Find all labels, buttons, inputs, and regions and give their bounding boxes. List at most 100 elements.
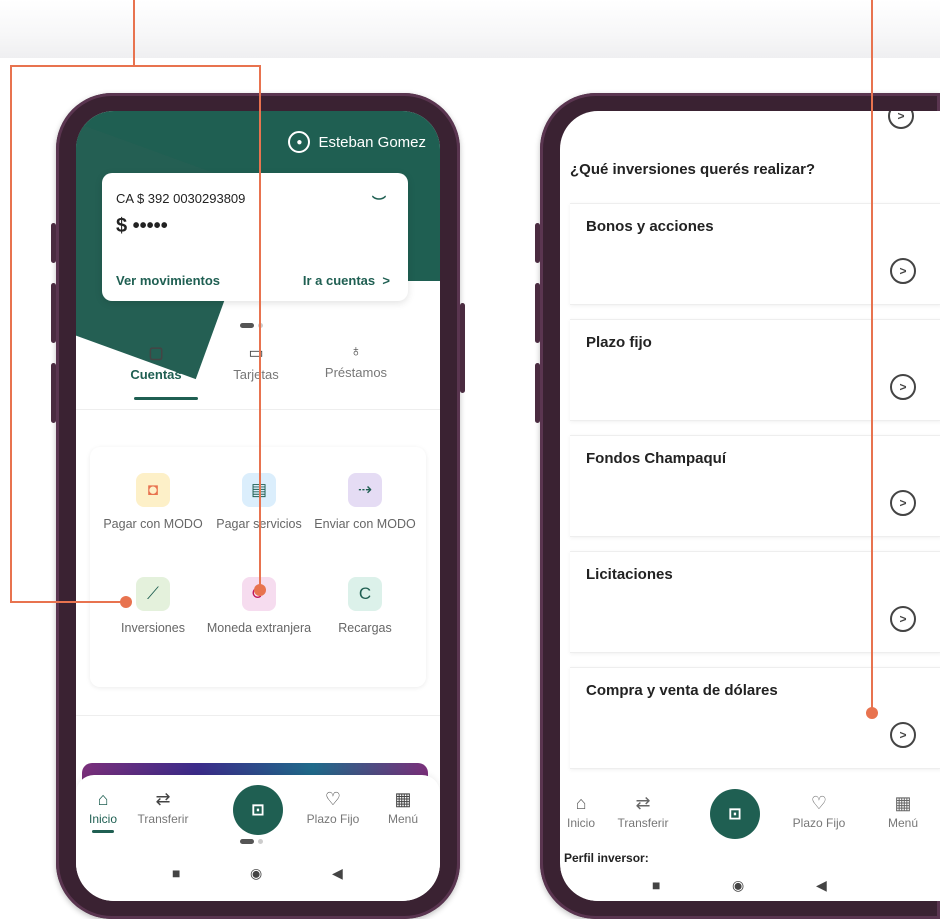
divider — [76, 409, 440, 410]
account-balance: $ ••••• — [116, 215, 168, 237]
nav-label: Inicio — [566, 816, 595, 830]
qr-scan-button[interactable]: ⊡ — [710, 789, 760, 839]
chevron-right-icon[interactable]: > — [890, 490, 916, 516]
tab-label: Préstamos — [324, 365, 388, 380]
service-label: Enviar con MODO — [314, 517, 416, 531]
transfer-icon: ⇄ — [635, 793, 651, 813]
grid-icon: ▦ — [894, 793, 912, 813]
left-phone-frame: ● Esteban Gomez CA $ 392 0030293809 ︶ $ … — [51, 93, 465, 919]
phone-side-button — [535, 363, 540, 423]
option-title: Plazo fijo — [586, 334, 652, 351]
wallet-icon: ▢ — [148, 345, 164, 362]
option-compra-venta-dolares[interactable]: Compra y venta de dólares > — [570, 667, 940, 769]
option-title: Compra y venta de dólares — [586, 682, 778, 699]
home-icon: ⌂ — [575, 793, 587, 813]
go-to-accounts-label: Ir a cuentas — [302, 273, 376, 288]
qr-icon: ⊡ — [728, 806, 742, 823]
refresh-icon: C — [348, 577, 382, 611]
carousel-dot-active — [240, 323, 254, 328]
callout-line — [10, 65, 12, 602]
bottom-navigation: ⌂ Inicio ⇄ Transferir ⊡ ♡ Plazo Fijo ▦ M… — [560, 779, 940, 859]
callout-line — [10, 601, 124, 603]
view-movements-link[interactable]: Ver movimientos — [116, 273, 220, 288]
callout-dot — [254, 584, 266, 596]
android-nav-bar: ■ ◉ ◀ — [560, 869, 940, 901]
nav-label: Transferir — [137, 812, 189, 826]
nav-transferir[interactable]: ⇄ Transferir — [610, 793, 676, 830]
nav-label: Plazo Fijo — [792, 816, 846, 830]
nav-label: Menú — [887, 816, 919, 830]
nav-plazo-fijo[interactable]: ♡ Plazo Fijo — [298, 789, 368, 826]
user-name: Esteban Gomez — [318, 133, 426, 151]
investments-question: ¿Qué inversiones querés realizar? — [570, 161, 816, 178]
service-pagar-con-modo[interactable]: ◘ Pagar con MODO — [98, 473, 208, 533]
send-icon: ⇢ — [348, 473, 382, 507]
callout-line — [10, 65, 260, 67]
piggy-bank-icon: ♡ — [810, 793, 828, 813]
nav-label: Menú — [387, 812, 419, 826]
phone-side-button — [51, 283, 56, 343]
option-title: Licitaciones — [586, 566, 673, 583]
grid-icon: ▦ — [394, 789, 412, 809]
option-plazo-fijo[interactable]: Plazo fijo > — [570, 319, 940, 421]
back-icon[interactable]: ◀ — [816, 877, 827, 894]
service-inversiones[interactable]: ⟋ Inversiones — [98, 577, 208, 637]
chevron-right-icon[interactable]: > — [890, 258, 916, 284]
nav-menu[interactable]: ▦ Menú — [368, 789, 438, 826]
option-licitaciones[interactable]: Licitaciones > — [570, 551, 940, 653]
bag-icon: ◘ — [136, 473, 170, 507]
quick-services-card: ◘ Pagar con MODO ▤ Pagar servicios ⇢ Env… — [90, 447, 426, 687]
callout-line — [133, 0, 135, 66]
card-icon: ▭ — [248, 345, 264, 362]
back-icon[interactable]: ◀ — [332, 865, 343, 882]
qr-scan-button[interactable]: ⊡ — [233, 785, 283, 835]
recent-apps-icon[interactable]: ■ — [652, 877, 660, 893]
home-button-icon[interactable]: ◉ — [732, 877, 744, 894]
phone-side-button — [535, 223, 540, 263]
tab-cuentas[interactable]: ▢ Cuentas — [106, 343, 206, 382]
go-to-accounts-link[interactable]: Ir a cuentas > — [303, 273, 390, 288]
hide-balance-icon[interactable]: ︶ — [372, 193, 386, 213]
divider — [76, 715, 440, 716]
home-button-icon[interactable]: ◉ — [250, 865, 262, 882]
right-phone-frame: > ¿Qué inversiones querés realizar? Bono… — [535, 93, 940, 919]
tab-prestamos[interactable]: ♁ Préstamos — [306, 343, 406, 380]
phone-power-button — [460, 303, 465, 393]
user-icon: ● — [288, 131, 311, 153]
callout-dot — [120, 596, 132, 608]
phone-side-button — [51, 363, 56, 423]
chevron-right-icon[interactable]: > — [890, 722, 916, 748]
account-number: CA $ 392 0030293809 — [116, 191, 246, 206]
nav-label: Plazo Fijo — [306, 812, 360, 826]
service-label: Pagar con MODO — [103, 517, 203, 531]
tab-tarjetas[interactable]: ▭ Tarjetas — [206, 343, 306, 382]
chevron-right-icon[interactable]: > — [890, 606, 916, 632]
carousel-dot-active — [240, 839, 254, 844]
service-label: Inversiones — [121, 621, 185, 635]
nav-label: Inicio — [88, 812, 117, 826]
callout-line — [871, 0, 873, 712]
page-background-band — [0, 0, 940, 58]
nav-label: Transferir — [617, 816, 669, 830]
recent-apps-icon[interactable]: ■ — [172, 865, 180, 881]
user-profile-chip[interactable]: ● Esteban Gomez — [288, 131, 426, 153]
chevron-right-icon[interactable]: > — [888, 111, 914, 129]
active-tab-indicator — [134, 397, 198, 400]
service-label: Recargas — [338, 621, 392, 635]
nav-inicio[interactable]: ⌂ Inicio — [560, 793, 614, 830]
option-title: Bonos y acciones — [586, 218, 714, 235]
chart-icon: ⟋ — [136, 577, 170, 611]
tab-label: Cuentas — [130, 367, 182, 382]
nav-plazo-fijo[interactable]: ♡ Plazo Fijo — [786, 793, 852, 830]
right-phone-screen: > ¿Qué inversiones querés realizar? Bono… — [560, 111, 940, 901]
nav-transferir[interactable]: ⇄ Transferir — [128, 789, 198, 826]
option-fondos-champaqui[interactable]: Fondos Champaquí > — [570, 435, 940, 537]
service-recargas[interactable]: C Recargas — [310, 577, 420, 637]
option-bonos-y-acciones[interactable]: Bonos y acciones > — [570, 203, 940, 305]
service-enviar-con-modo[interactable]: ⇢ Enviar con MODO — [310, 473, 420, 533]
left-phone-screen: ● Esteban Gomez CA $ 392 0030293809 ︶ $ … — [76, 111, 440, 901]
nav-menu[interactable]: ▦ Menú — [870, 793, 936, 830]
chevron-right-icon[interactable]: > — [890, 374, 916, 400]
product-tabs: ▢ Cuentas ▭ Tarjetas ♁ Préstamos — [106, 343, 426, 393]
account-card[interactable]: CA $ 392 0030293809 ︶ $ ••••• Ver movimi… — [102, 173, 408, 301]
